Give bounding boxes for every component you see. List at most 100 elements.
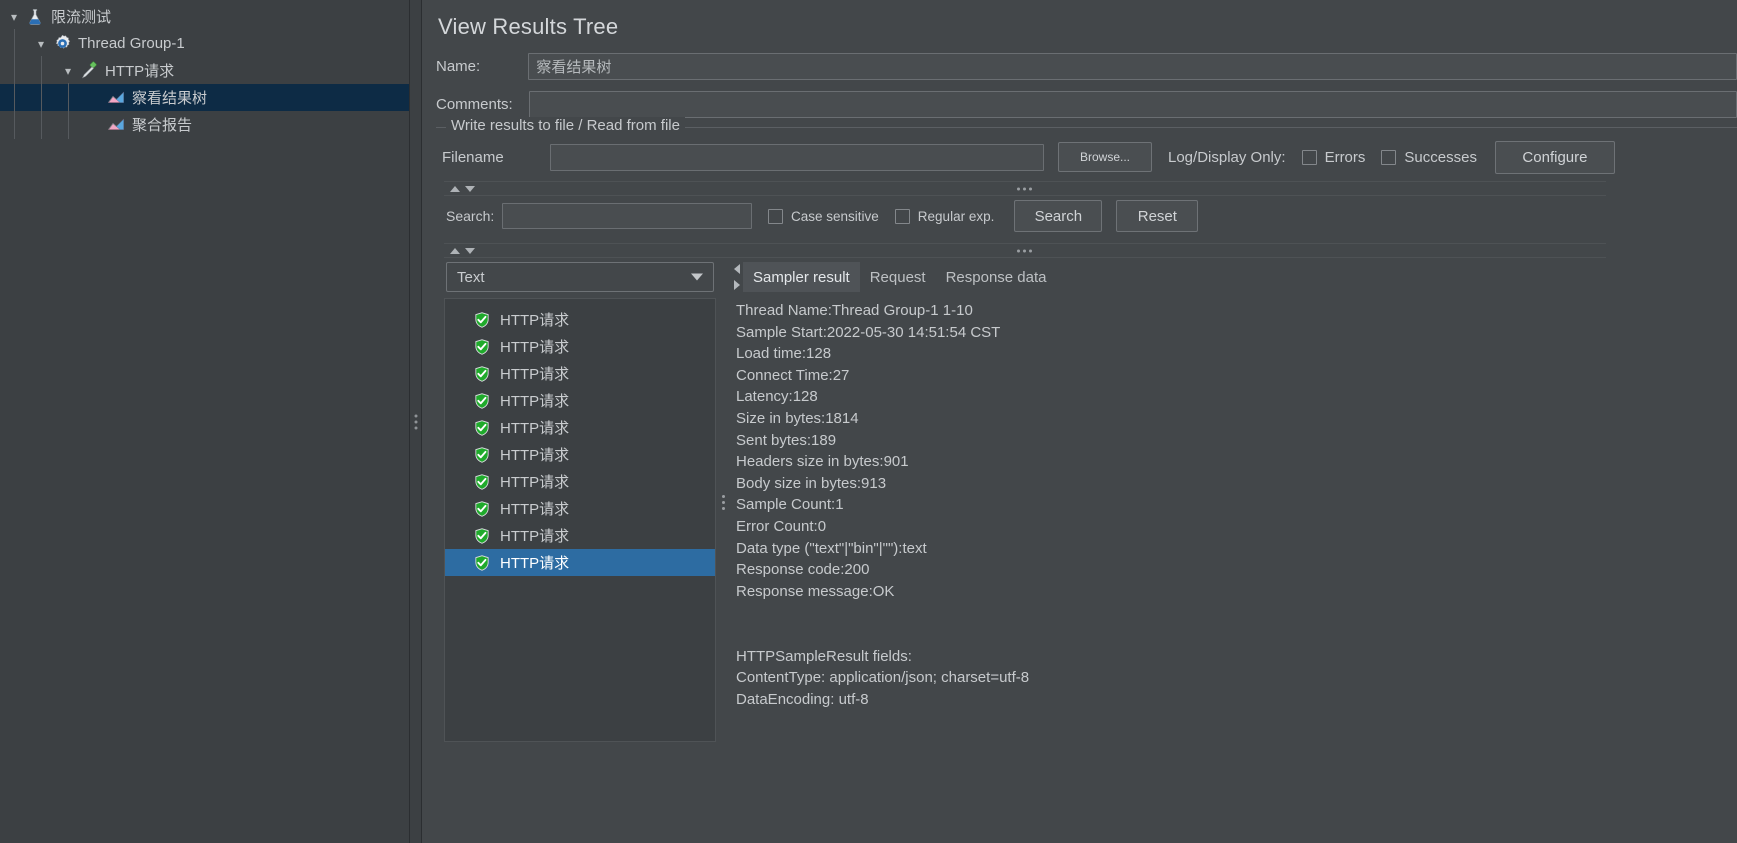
splitter-grip-icon — [1017, 249, 1032, 252]
errors-checkbox[interactable] — [1301, 149, 1317, 165]
case-sensitive-label: Case sensitive — [791, 208, 879, 224]
jmeter-flask-icon — [24, 8, 46, 26]
splitter-arrows[interactable] — [450, 247, 475, 254]
result-list-item[interactable]: HTTP请求 — [445, 495, 715, 522]
tree-item[interactable]: ▾ HTTP请求 — [0, 56, 409, 85]
successes-checkbox[interactable] — [1381, 149, 1397, 165]
result-list-item-label: HTTP请求 — [500, 420, 570, 437]
errors-checkbox-wrap[interactable]: Errors — [1301, 148, 1366, 166]
sampler-result-line: DataEncoding: utf-8 — [736, 690, 869, 708]
scroll-right-icon[interactable] — [733, 280, 740, 290]
splitter-grip-icon — [414, 411, 417, 432]
sampler-result-line: Connect Time:27 — [736, 366, 850, 384]
results-area-splitter[interactable] — [444, 243, 1606, 258]
result-list-item[interactable]: HTTP请求 — [445, 333, 715, 360]
comments-label: Comments: — [436, 95, 513, 113]
configure-button[interactable]: Configure — [1494, 140, 1615, 174]
test-plan-tree[interactable]: ▾限流测试▾Thread Group-1▾HTTP请求▾察看结果树▾聚合报告 — [0, 0, 409, 843]
splitter-arrows[interactable] — [450, 185, 475, 192]
chevron-down-icon[interactable]: ▾ — [4, 11, 24, 23]
view-results-tree-panel: View Results Tree Name: Comments: Write … — [422, 0, 1737, 843]
success-shield-icon — [473, 473, 491, 491]
result-list-item[interactable]: HTTP请求 — [445, 387, 715, 414]
thread-group-icon — [51, 34, 73, 53]
collapse-down-icon[interactable] — [465, 247, 475, 254]
name-input[interactable] — [528, 52, 1737, 80]
collapse-up-icon[interactable] — [450, 185, 460, 192]
filename-input[interactable] — [550, 143, 1044, 171]
chevron-down-icon[interactable]: ▾ — [31, 38, 51, 50]
tab-request[interactable]: Request — [860, 262, 936, 292]
regular-exp-checkbox-wrap[interactable]: Regular exp. — [894, 208, 995, 224]
result-list-item-label: HTTP请求 — [500, 312, 570, 329]
result-list-item[interactable]: HTTP请求 — [445, 441, 715, 468]
case-sensitive-checkbox-wrap[interactable]: Case sensitive — [768, 208, 879, 224]
tree-item[interactable]: ▾ Thread Group-1 — [0, 29, 409, 58]
success-shield-icon — [473, 392, 491, 410]
tree-item-label: 聚合报告 — [132, 117, 193, 134]
sampler-result-line: Data type ("text"|"bin"|""):text — [736, 539, 927, 557]
collapse-up-icon[interactable] — [450, 247, 460, 254]
results-list-splitter[interactable] — [716, 262, 730, 742]
tree-guide-line — [41, 56, 42, 85]
tree-item[interactable]: ▾ 限流测试 — [0, 3, 409, 30]
sampler-result-line: Response message:OK — [736, 582, 895, 600]
reset-button[interactable]: Reset — [1116, 200, 1199, 232]
chevron-down-icon[interactable]: ▾ — [58, 65, 78, 77]
case-sensitive-checkbox[interactable] — [768, 208, 783, 224]
result-list-item[interactable]: HTTP请求 — [445, 306, 715, 333]
success-shield-icon — [473, 365, 491, 383]
regular-exp-label: Regular exp. — [917, 208, 995, 224]
tree-item[interactable]: ▾察看结果树 — [0, 83, 409, 112]
name-row: Name: — [436, 50, 1737, 82]
write-results-group-title: Write results to file / Read from file — [446, 117, 685, 134]
main-vertical-splitter[interactable] — [409, 0, 422, 843]
renderer-selected-value: Text — [457, 268, 485, 286]
success-shield-icon — [473, 338, 491, 356]
tree-guide-line — [14, 29, 15, 58]
result-list-item[interactable]: HTTP请求 — [445, 414, 715, 441]
tree-item-label: Thread Group-1 — [78, 35, 185, 52]
sampler-result-line: Sample Count:1 — [736, 496, 844, 514]
success-shield-icon — [473, 446, 491, 464]
result-list-item[interactable]: HTTP请求 — [445, 468, 715, 495]
success-shield-icon — [473, 554, 491, 572]
chevron-down-icon[interactable] — [691, 273, 703, 281]
scroll-left-icon[interactable] — [733, 264, 740, 274]
comments-input[interactable] — [529, 90, 1737, 118]
result-list-item-label: HTTP请求 — [500, 393, 570, 410]
result-list-item-label: HTTP请求 — [500, 474, 570, 491]
sampler-result-line — [736, 602, 1737, 624]
renderer-combobox[interactable]: Text — [446, 262, 714, 292]
sampler-result-text[interactable]: Thread Name:Thread Group-1 1-10 Sample St… — [730, 292, 1737, 742]
listener-chart-icon — [105, 89, 127, 107]
result-list-item[interactable]: HTTP请求 — [445, 549, 715, 576]
sampler-result-line: ContentType: application/json; charset=u… — [736, 669, 1030, 687]
sampler-result-lines: Thread Name:Thread Group-1 1-10 Sample St… — [736, 300, 1737, 710]
result-list-item[interactable]: HTTP请求 — [445, 522, 715, 549]
listener-chart-icon — [105, 116, 127, 134]
success-shield-icon — [473, 419, 491, 437]
sampler-result-line: Latency:128 — [736, 388, 818, 406]
tab-response-data[interactable]: Response data — [936, 262, 1057, 292]
collapse-down-icon[interactable] — [465, 185, 475, 192]
search-button[interactable]: Search — [1014, 200, 1103, 232]
tab-sampler-result[interactable]: Sampler result — [743, 262, 860, 292]
results-list-column: Text HTTP请求 HTTP请求 HTTP请求 HTTP请求 HTTP请求 HTTP请… — [444, 262, 716, 742]
result-tabs: Sampler result Request Response data — [730, 262, 1737, 292]
sampler-result-line: HTTPSampleResult fields: — [736, 647, 912, 665]
tree-item[interactable]: ▾聚合报告 — [0, 110, 409, 139]
browse-button[interactable]: Browse... — [1058, 142, 1152, 172]
tab-scroll-buttons[interactable] — [730, 262, 743, 292]
regular-exp-checkbox[interactable] — [894, 208, 910, 224]
result-list-item[interactable]: HTTP请求 — [445, 360, 715, 387]
log-display-only-label: Log/Display Only: — [1168, 148, 1286, 166]
sample-result-list[interactable]: HTTP请求 HTTP请求 HTTP请求 HTTP请求 HTTP请求 HTTP请求 HTTP… — [444, 298, 716, 742]
search-area-splitter[interactable] — [444, 181, 1606, 196]
errors-label: Errors — [1324, 148, 1366, 166]
search-input[interactable] — [502, 203, 752, 229]
successes-checkbox-wrap[interactable]: Successes — [1381, 149, 1477, 166]
result-list-item-label: HTTP请求 — [500, 555, 570, 572]
result-list-item-label: HTTP请求 — [500, 501, 570, 518]
write-results-group: Write results to file / Read from file F… — [436, 117, 1737, 174]
